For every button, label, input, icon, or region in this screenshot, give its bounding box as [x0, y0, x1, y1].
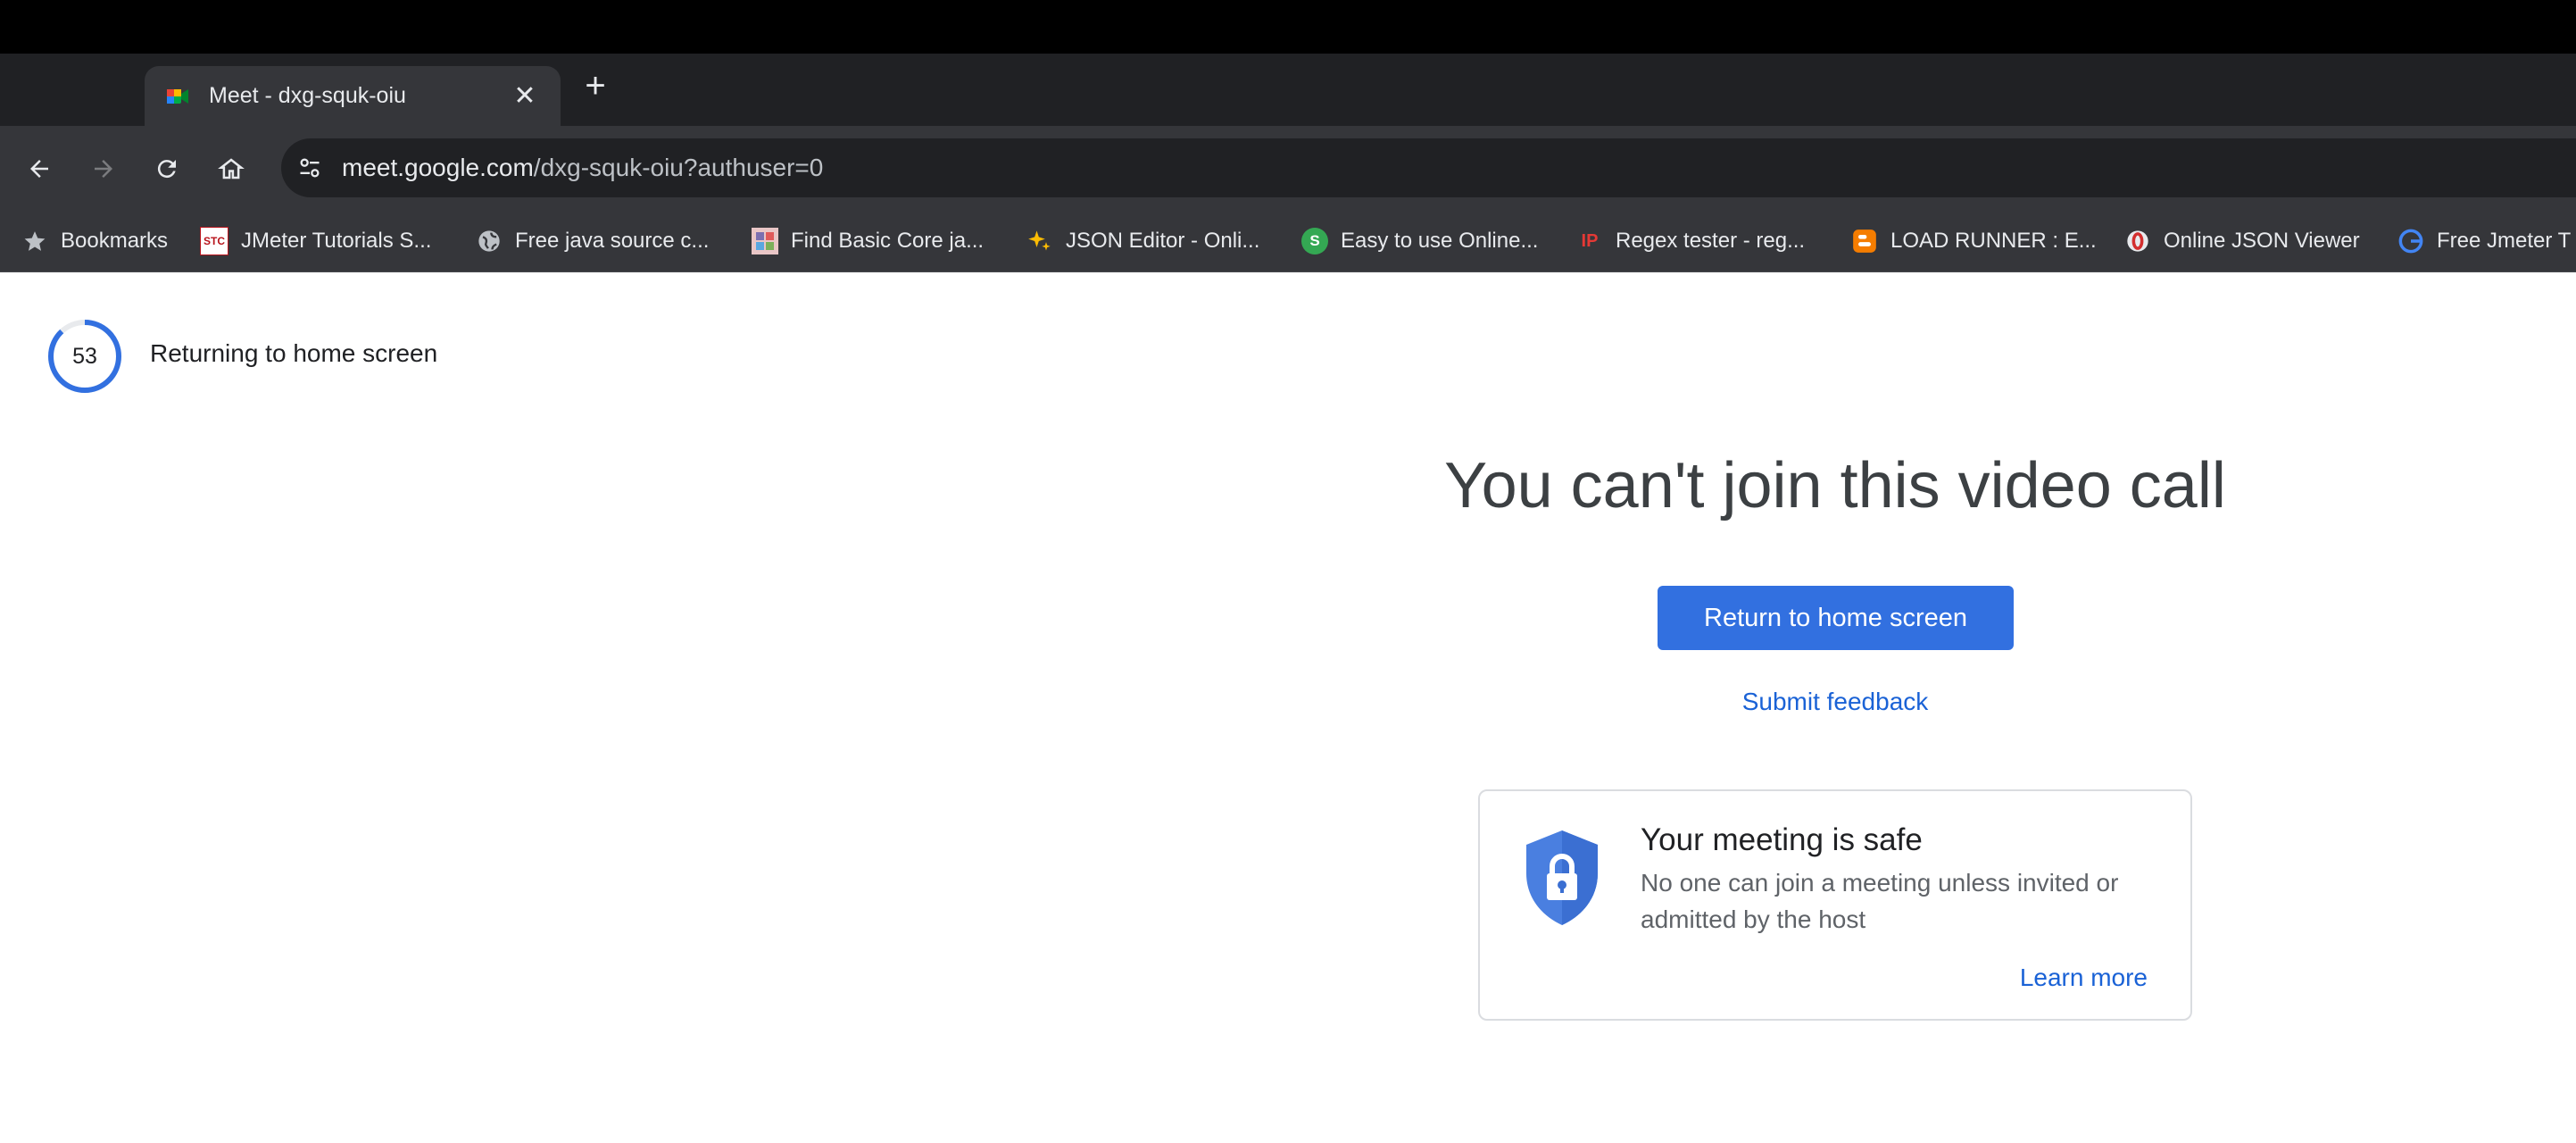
- site-icon: [752, 228, 778, 254]
- bookmark-label: Find Basic Core ja...: [791, 229, 985, 253]
- bookmark-label: Free Jmeter T: [2437, 229, 2572, 253]
- meeting-safe-card: Your meeting is safe No one can join a m…: [1478, 789, 2192, 1021]
- safe-card-title: Your meeting is safe: [1641, 822, 1923, 857]
- back-icon[interactable]: [19, 148, 60, 189]
- bookmark-regex-tester[interactable]: IP Regex tester - reg...: [1576, 225, 1806, 257]
- bookmark-label: JSON Editor - Onli...: [1066, 229, 1260, 253]
- site-info-icon[interactable]: [290, 148, 329, 188]
- blogger-icon: [1851, 228, 1878, 254]
- bookmark-free-java-source[interactable]: Free java source c...: [476, 225, 709, 257]
- bookmark-easy-to-use-online[interactable]: S Easy to use Online...: [1301, 225, 1538, 257]
- meet-icon: [164, 83, 191, 110]
- bookmark-find-basic-core[interactable]: Find Basic Core ja...: [752, 225, 984, 257]
- bookmark-load-runner[interactable]: LOAD RUNNER : E...: [1851, 225, 2097, 257]
- s-icon: S: [1301, 228, 1328, 254]
- bookmark-online-json-viewer[interactable]: Online JSON Viewer: [2124, 225, 2360, 257]
- shield-lock-icon: [1523, 829, 1601, 927]
- bookmark-bookmarks[interactable]: Bookmarks: [21, 225, 168, 257]
- bookmark-free-jmeter[interactable]: Free Jmeter T: [2397, 225, 2571, 257]
- address-bar[interactable]: meet.google.com/dxg-squk-oiu?authuser=0: [281, 138, 2576, 197]
- url-host: meet.google.com: [342, 154, 534, 181]
- bookmark-label: Bookmarks: [61, 229, 169, 253]
- bookmark-label: Online JSON Viewer: [2164, 229, 2360, 253]
- window-top-bar: [0, 0, 2576, 54]
- sparkle-icon: [1026, 228, 1053, 254]
- stc-icon: STC: [200, 227, 229, 255]
- submit-feedback-link[interactable]: Submit feedback: [1657, 688, 2014, 716]
- tab-meet[interactable]: Meet - dxg-squk-oiu ✕: [145, 66, 561, 126]
- learn-more-link[interactable]: Learn more: [2020, 964, 2148, 992]
- forward-icon[interactable]: [83, 148, 124, 189]
- tab-title: Meet - dxg-squk-oiu: [209, 83, 406, 108]
- globe-icon: [476, 228, 503, 254]
- bookmark-label: Easy to use Online...: [1341, 229, 1539, 253]
- ip-icon: IP: [1581, 230, 1599, 251]
- bookmark-label: LOAD RUNNER : E...: [1890, 229, 2097, 253]
- opera-icon: [2124, 228, 2151, 254]
- countdown-timer: 53: [46, 318, 123, 395]
- new-tab-icon[interactable]: +: [576, 68, 615, 107]
- tab-close-icon[interactable]: ✕: [509, 82, 541, 110]
- countdown-value: 53: [72, 343, 97, 369]
- return-home-button[interactable]: Return to home screen: [1658, 586, 2014, 650]
- google-icon: [2397, 228, 2424, 254]
- page-title: You can't join this video call: [1444, 450, 2226, 521]
- url-path: /dxg-squk-oiu?authuser=0: [533, 154, 824, 181]
- returning-label: Returning to home screen: [150, 339, 438, 367]
- reload-icon[interactable]: [146, 148, 187, 189]
- tab-strip: Meet - dxg-squk-oiu ✕ +: [0, 54, 2576, 126]
- star-icon: [21, 228, 48, 254]
- bookmark-label: Regex tester - reg...: [1616, 229, 1806, 253]
- bookmark-jmeter-tutorials[interactable]: STC JMeter Tutorials S...: [200, 225, 431, 257]
- browser-toolbar: meet.google.com/dxg-squk-oiu?authuser=0: [0, 126, 2576, 211]
- safe-card-description: No one can join a meeting unless invited…: [1641, 869, 2119, 933]
- bookmark-label: JMeter Tutorials S...: [241, 229, 432, 253]
- bookmark-label: Free java source c...: [515, 229, 710, 253]
- home-icon[interactable]: [211, 148, 252, 189]
- bookmarks-bar: Bookmarks STC JMeter Tutorials S... Free…: [0, 211, 2576, 272]
- bookmark-json-editor[interactable]: JSON Editor - Onli...: [1026, 225, 1259, 257]
- url-text: meet.google.com/dxg-squk-oiu?authuser=0: [342, 154, 823, 182]
